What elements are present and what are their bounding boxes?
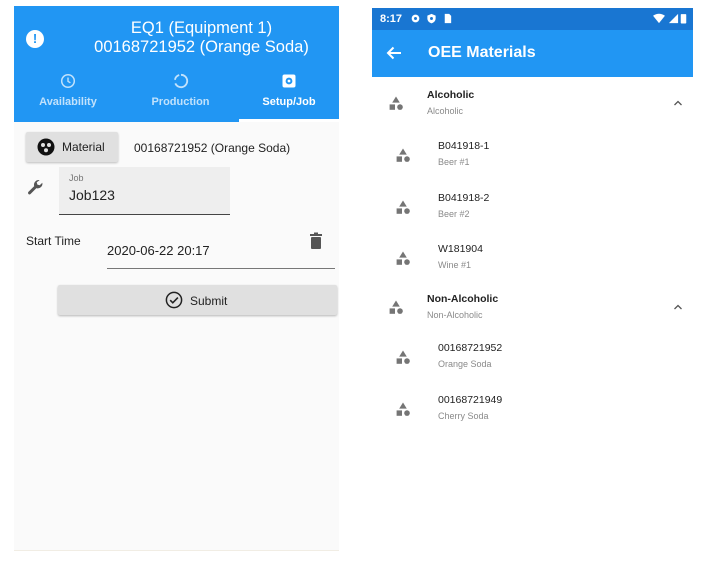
shapes-icon <box>396 200 410 214</box>
equipment-screen: ! EQ1 (Equipment 1) 00168721952 (Orange … <box>14 6 339 551</box>
material-description: Orange Soda <box>438 359 492 369</box>
shapes-icon <box>396 402 410 416</box>
status-time: 8:17 <box>380 13 403 25</box>
material-description: Beer #1 <box>438 157 470 167</box>
tab-availability[interactable]: Availability <box>14 68 122 122</box>
setup-job-form: Material 00168721952 (Orange Soda) Job J… <box>14 122 339 550</box>
tab-production[interactable]: Production <box>122 68 239 122</box>
sim-card-icon <box>444 13 452 24</box>
oee-materials-screen: 8:17 OEE Materials Alcoholic Alcoholic B… <box>372 8 693 550</box>
group-description: Non-Alcoholic <box>427 310 483 320</box>
job-field-value: Job123 <box>69 187 115 203</box>
page-title: OEE Materials <box>428 44 536 61</box>
list-item[interactable]: 00168721952 Orange Soda <box>372 334 693 382</box>
list-item[interactable]: 00168721949 Cherry Soda <box>372 386 693 434</box>
material-icon <box>37 138 55 156</box>
list-item[interactable]: B041918-1 Beer #1 <box>372 132 693 180</box>
list-item[interactable]: B041918-2 Beer #2 <box>372 184 693 232</box>
material-name: 00168721952 <box>438 342 503 354</box>
material-description: Cherry Soda <box>438 411 489 421</box>
tab-setup-job-label: Setup/Job <box>262 96 316 108</box>
tab-bar: Availability Production Setup/Job <box>14 68 339 122</box>
battery-icon <box>680 14 687 24</box>
group-header-alcoholic[interactable]: Alcoholic Alcoholic <box>372 80 693 128</box>
clock-icon <box>60 73 76 89</box>
material-button-label: Material <box>62 140 105 154</box>
material-description: Wine #1 <box>438 260 472 270</box>
status-bar: 8:17 <box>372 8 693 30</box>
material-description: Beer #2 <box>438 209 470 219</box>
back-arrow-icon[interactable] <box>384 43 404 63</box>
start-time-label: Start Time <box>26 234 81 248</box>
shield-icon <box>427 13 436 24</box>
chevron-up-icon[interactable] <box>672 301 684 313</box>
wifi-icon <box>653 13 665 24</box>
tab-production-label: Production <box>151 96 210 108</box>
list-item[interactable]: W181904 Wine #1 <box>372 235 693 283</box>
material-button[interactable]: Material <box>26 132 118 162</box>
check-circle-icon <box>165 291 183 309</box>
equipment-title: EQ1 (Equipment 1) <box>130 19 273 37</box>
settings-box-icon <box>282 74 296 88</box>
start-time-field[interactable]: 2020-06-22 20:17 <box>107 232 335 269</box>
trash-icon[interactable] <box>308 232 324 250</box>
equipment-title-block: EQ1 (Equipment 1) 00168721952 (Orange So… <box>64 19 339 57</box>
material-name: B041918-1 <box>438 140 490 152</box>
shapes-icon <box>396 350 410 364</box>
gear-icon <box>411 14 420 23</box>
progress-circle-icon <box>173 73 188 89</box>
equipment-header: ! EQ1 (Equipment 1) 00168721952 (Orange … <box>14 6 339 122</box>
group-name: Non-Alcoholic <box>427 293 499 305</box>
shapes-icon <box>389 300 403 314</box>
app-bar: OEE Materials <box>372 30 693 77</box>
tab-setup-job[interactable]: Setup/Job <box>239 68 339 122</box>
submit-button[interactable]: Submit <box>58 285 337 315</box>
wrench-icon <box>28 180 43 195</box>
start-time-value: 2020-06-22 20:17 <box>107 243 210 258</box>
tab-availability-label: Availability <box>39 96 97 108</box>
material-name: 00168721949 <box>438 394 503 406</box>
chevron-up-icon[interactable] <box>672 97 684 109</box>
alert-circle-icon[interactable]: ! <box>26 30 44 48</box>
group-description: Alcoholic <box>427 106 464 116</box>
signal-icon <box>668 13 679 24</box>
shapes-icon <box>389 96 403 110</box>
material-value: 00168721952 (Orange Soda) <box>134 141 291 155</box>
job-field-caption: Job <box>69 173 84 183</box>
shapes-icon <box>396 251 410 265</box>
submit-button-label: Submit <box>190 294 228 308</box>
group-name: Alcoholic <box>427 89 475 101</box>
job-field[interactable]: Job Job123 <box>59 167 230 215</box>
material-name: B041918-2 <box>438 192 490 204</box>
equipment-subtitle: 00168721952 (Orange Soda) <box>94 38 309 56</box>
material-name: W181904 <box>438 243 483 255</box>
group-header-non-alcoholic[interactable]: Non-Alcoholic Non-Alcoholic <box>372 284 693 332</box>
shapes-icon <box>396 148 410 162</box>
